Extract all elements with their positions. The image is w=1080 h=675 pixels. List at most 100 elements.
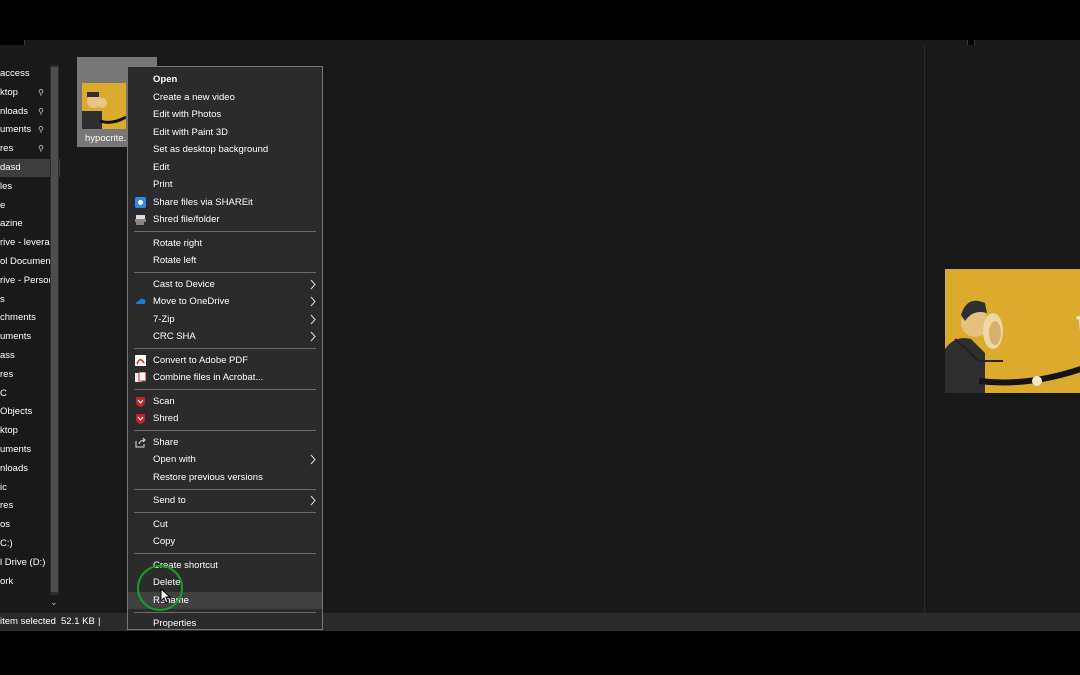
bottom-letterbox xyxy=(0,631,1080,675)
nav-item-label: uments xyxy=(0,444,32,455)
file-name[interactable]: hypocrite. xyxy=(85,133,126,144)
onedrive-icon xyxy=(136,298,146,304)
menu-item-crc-sha[interactable]: CRC SHA xyxy=(128,328,322,345)
nav-item-label: C:) xyxy=(0,538,13,549)
menu-item-open[interactable]: Open xyxy=(128,71,322,88)
nav-item-label: ass xyxy=(0,350,15,361)
menu-item-restore-previous-versions[interactable]: Restore previous versions xyxy=(128,469,322,486)
menu-item-label: Properties xyxy=(153,618,197,629)
menu-item-properties[interactable]: Properties xyxy=(128,615,322,632)
shareit-icon xyxy=(135,196,146,208)
menu-separator xyxy=(134,389,316,390)
menu-item-edit-with-photos[interactable]: Edit with Photos xyxy=(128,106,322,123)
menu-item-label: Scan xyxy=(153,395,175,407)
menu-item-share-files-via-shareit[interactable]: Share files via SHAREit xyxy=(128,194,322,211)
status-selection-count: item selected xyxy=(0,616,56,627)
file-thumbnail xyxy=(82,83,126,129)
chevron-right-icon xyxy=(310,314,316,324)
nav-item-label: access xyxy=(0,68,30,79)
nav-item-label: uments xyxy=(0,331,32,343)
menu-item-label: Edit with Paint 3D xyxy=(153,126,228,138)
menu-separator xyxy=(134,430,316,431)
nav-item-label: rive - Person xyxy=(0,274,54,286)
menu-item-label: Cut xyxy=(153,518,168,530)
nav-item-label: nloads xyxy=(0,105,28,117)
menu-item-label: Create a new video xyxy=(153,91,235,103)
preview-image xyxy=(945,269,1080,393)
pin-icon: ⚲ xyxy=(38,144,44,154)
shredder-icon xyxy=(135,215,146,225)
menu-separator xyxy=(134,611,316,613)
menu-item-label: Copy xyxy=(153,536,176,547)
menu-item-edit-with-paint-3d[interactable]: Edit with Paint 3D xyxy=(128,124,322,141)
nav-item-label: dasd xyxy=(0,162,21,173)
nav-item-label: os xyxy=(0,519,11,531)
menu-item-open-with[interactable]: Open with xyxy=(128,451,322,468)
navigation-pane: ork l Drive (D:) C:) os res ic nloads uments kto… xyxy=(0,45,62,613)
mcafee-icon xyxy=(136,396,145,407)
menu-separator xyxy=(134,348,316,349)
nav-item-label: azine xyxy=(0,218,23,230)
nav-item-label: ic xyxy=(0,481,7,493)
menu-item-shred-file-folder[interactable]: Shred file/folder xyxy=(128,211,322,228)
menu-item-share[interactable]: Share xyxy=(128,434,322,451)
nav-item-label: Objects xyxy=(0,406,33,418)
nav-item-label: s xyxy=(0,293,5,305)
menu-item-label: Convert to Adobe PDF xyxy=(153,354,249,366)
menu-item-rotate-left[interactable]: Rotate left xyxy=(128,252,322,269)
nav-item-label: res xyxy=(0,500,14,512)
nav-item-label: res xyxy=(0,143,14,155)
top-letterbox xyxy=(0,0,1080,44)
menu-item-7-zip[interactable]: 7-Zip xyxy=(128,311,322,328)
nav-scrollbar-thumb[interactable] xyxy=(51,67,58,592)
menu-item-shred[interactable]: Shred xyxy=(128,410,322,427)
menu-item-label: Rotate left xyxy=(153,255,197,266)
menu-item-convert-to-adobe-pdf[interactable]: Convert to Adobe PDF xyxy=(128,352,322,369)
nav-item-label: ktop xyxy=(0,425,18,437)
menu-item-copy[interactable]: Copy xyxy=(128,533,322,550)
menu-item-edit[interactable]: Edit xyxy=(128,159,322,176)
menu-item-label: Move to OneDrive xyxy=(153,296,230,307)
menu-item-move-to-onedrive[interactable]: Move to OneDrive xyxy=(128,293,322,310)
chevron-right-icon xyxy=(310,331,316,342)
menu-item-create-a-new-video[interactable]: Create a new video xyxy=(128,89,322,106)
nav-item-label: C xyxy=(0,387,7,399)
chevron-right-icon xyxy=(310,296,316,307)
share-icon xyxy=(135,437,146,447)
nav-item-label: res xyxy=(0,368,14,380)
menu-item-label: Open with xyxy=(153,454,196,465)
chevron-right-icon xyxy=(310,495,316,506)
menu-separator xyxy=(134,553,316,554)
menu-item-label: Send to xyxy=(153,495,186,506)
nav-item-label: ol Documen xyxy=(0,256,51,267)
menu-item-label: CRC SHA xyxy=(153,331,196,342)
menu-item-label: Rotate right xyxy=(153,237,203,249)
chevron-down-icon[interactable]: ⌄ xyxy=(50,597,58,608)
menu-item-rotate-right[interactable]: Rotate right xyxy=(128,235,322,252)
nav-scrollbar[interactable] xyxy=(50,65,59,595)
menu-item-label: Edit xyxy=(153,161,170,173)
menu-item-label: Restore previous versions xyxy=(153,471,263,483)
menu-item-set-as-desktop-background[interactable]: Set as desktop background xyxy=(128,141,322,158)
menu-item-label: Print xyxy=(153,179,173,190)
pin-icon: ⚲ xyxy=(38,125,44,135)
menu-item-print[interactable]: Print xyxy=(128,176,322,193)
menu-item-combine-files-in-acrobat[interactable]: Combine files in Acrobat... xyxy=(128,369,322,386)
mcafee-icon xyxy=(136,414,145,424)
menu-item-cut[interactable]: Cut xyxy=(128,516,322,533)
menu-separator xyxy=(134,272,316,273)
menu-item-label: Edit with Photos xyxy=(153,109,222,120)
nav-item-label: uments xyxy=(0,124,32,136)
menu-item-label: Shred xyxy=(153,413,179,424)
nav-item-label: ork xyxy=(0,575,14,587)
menu-item-scan[interactable]: Scan xyxy=(128,393,322,410)
nav-item-label: nloads xyxy=(0,462,28,474)
pin-icon: ⚲ xyxy=(38,87,44,97)
menu-item-cast-to-device[interactable]: Cast to Device xyxy=(128,276,322,293)
menu-item-label: Combine files in Acrobat... xyxy=(153,372,264,383)
menu-item-send-to[interactable]: Send to xyxy=(128,492,322,509)
chevron-right-icon xyxy=(310,454,316,465)
nav-item-label: e xyxy=(0,199,6,211)
menu-item-label: 7-Zip xyxy=(153,313,175,325)
menu-item-label: Shred file/folder xyxy=(153,214,220,225)
